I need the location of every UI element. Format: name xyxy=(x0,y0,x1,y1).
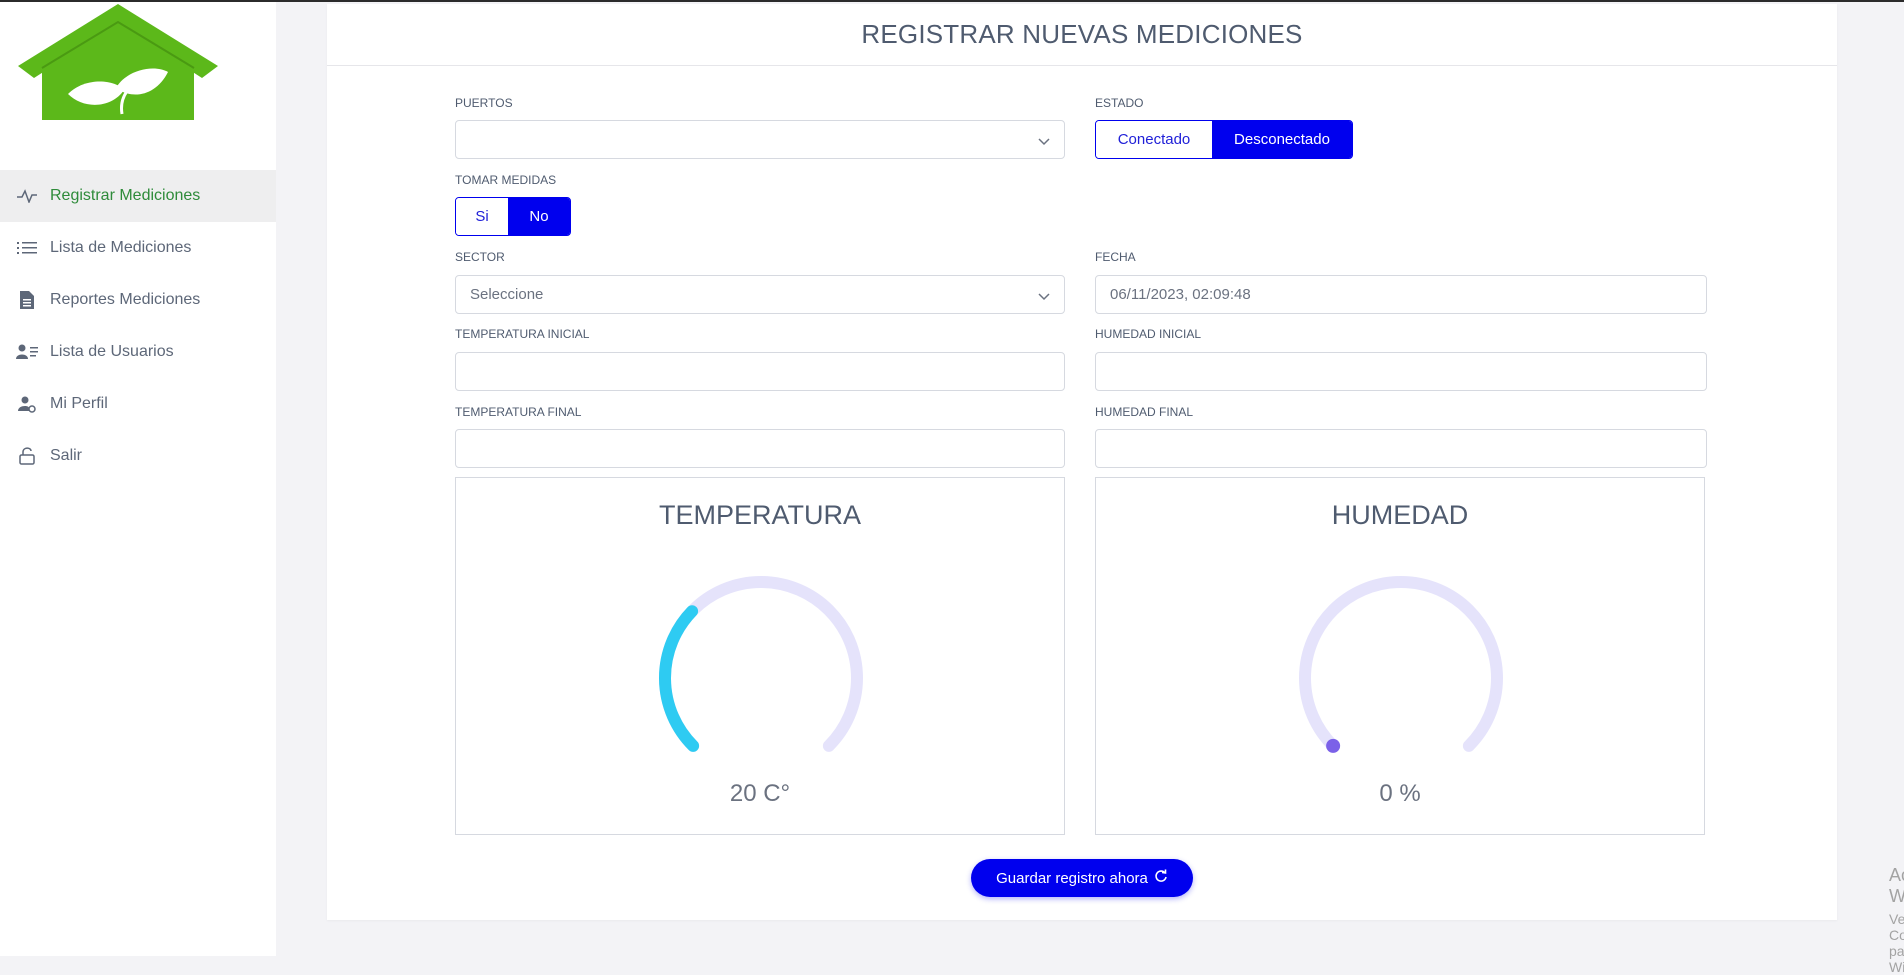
window-top-border xyxy=(0,0,1904,2)
sidebar-item-label: Salir xyxy=(50,447,83,464)
sidebar-item-registrar-mediciones[interactable]: Registrar Mediciones xyxy=(0,170,276,222)
fecha-value: 06/11/2023, 02:09:48 xyxy=(1110,286,1251,303)
save-button[interactable]: Guardar registro ahora xyxy=(971,859,1193,897)
temperatura-gauge-fill xyxy=(659,605,700,752)
page-title: REGISTRAR NUEVAS MEDICIONES xyxy=(327,4,1837,66)
sector-value: Seleccione xyxy=(470,286,544,303)
humedad-final-input[interactable] xyxy=(1095,429,1707,468)
temperatura-final-input[interactable] xyxy=(455,429,1065,468)
estado-toggle: Conectado Desconectado xyxy=(1095,120,1353,159)
humedad-inicial-label: HUMEDAD INICIAL xyxy=(1095,327,1202,341)
temperatura-gauge-value: 20 C° xyxy=(729,780,791,807)
humedad-gauge-card: HUMEDAD 0 % xyxy=(1095,477,1705,835)
sidebar-item-label: Mi Perfil xyxy=(50,395,108,412)
estado-conectado-button[interactable]: Conectado xyxy=(1096,121,1212,158)
sidebar-item-label: Registrar Mediciones xyxy=(50,187,201,204)
tomar-medidas-no-button[interactable]: No xyxy=(508,198,570,235)
sidebar: Registrar Mediciones Lista de Mediciones… xyxy=(0,2,276,956)
temperatura-gauge-title: TEMPERATURA xyxy=(658,500,861,530)
humedad-inicial-input[interactable] xyxy=(1095,352,1707,391)
watermark-line2: Ve a Configuración para activar Windows. xyxy=(1889,911,1904,975)
report-icon xyxy=(16,290,38,310)
greenhouse-logo[interactable] xyxy=(16,4,220,122)
list-icon xyxy=(16,238,38,258)
watermark-line1: Activar Windows xyxy=(1889,865,1904,906)
windows-activation-watermark: Activar Windows Ve a Configuración para … xyxy=(1889,865,1904,975)
temperatura-gauge-card: TEMPERATURA 20 C° xyxy=(455,477,1065,835)
temperatura-inicial-input[interactable] xyxy=(455,352,1065,391)
sidebar-item-salir[interactable]: Salir xyxy=(0,430,276,482)
fecha-label: FECHA xyxy=(1095,250,1136,264)
sidebar-item-lista-de-mediciones[interactable]: Lista de Mediciones xyxy=(0,222,276,274)
users-icon xyxy=(16,342,38,362)
sector-label: SECTOR xyxy=(455,250,505,264)
sidebar-item-mi-perfil[interactable]: Mi Perfil xyxy=(0,378,276,430)
main-card: REGISTRAR NUEVAS MEDICIONES PUERTOS ESTA… xyxy=(327,4,1904,975)
humedad-gauge-title: HUMEDAD xyxy=(1331,500,1469,530)
tomar-medidas-si-button[interactable]: Si xyxy=(456,198,508,235)
estado-desconectado-button[interactable]: Desconectado xyxy=(1212,121,1352,158)
activity-icon xyxy=(16,186,38,206)
estado-label: ESTADO xyxy=(1095,96,1144,110)
sidebar-item-lista-de-usuarios[interactable]: Lista de Usuarios xyxy=(0,326,276,378)
humedad-gauge-indicator xyxy=(1326,738,1341,753)
chevron-down-icon xyxy=(1038,133,1050,150)
fecha-field[interactable]: 06/11/2023, 02:09:48 xyxy=(1095,275,1707,314)
sector-select[interactable]: Seleccione xyxy=(455,275,1065,314)
chevron-down-icon xyxy=(1038,288,1050,305)
humedad-final-label: HUMEDAD FINAL xyxy=(1095,405,1194,419)
sidebar-item-label: Lista de Usuarios xyxy=(50,343,174,360)
humedad-gauge xyxy=(1299,576,1503,753)
user-gear-icon xyxy=(16,394,38,414)
tomar-medidas-label: TOMAR MEDIDAS xyxy=(455,173,557,187)
refresh-icon xyxy=(1154,869,1168,887)
temperatura-final-label: TEMPERATURA FINAL xyxy=(455,405,582,419)
humedad-gauge-value: 0 % xyxy=(1379,780,1421,807)
save-button-label: Guardar registro ahora xyxy=(996,869,1148,887)
lock-icon xyxy=(16,446,38,466)
puertos-label: PUERTOS xyxy=(455,96,513,110)
temperatura-inicial-label: TEMPERATURA INICIAL xyxy=(455,327,590,341)
humedad-gauge-track xyxy=(1299,576,1503,752)
sidebar-nav: Registrar Mediciones Lista de Mediciones… xyxy=(0,170,276,482)
sidebar-item-reportes-mediciones[interactable]: Reportes Mediciones xyxy=(0,274,276,326)
puertos-select[interactable] xyxy=(455,120,1065,159)
temperatura-gauge xyxy=(659,576,863,752)
tomar-medidas-toggle: Si No xyxy=(455,197,571,236)
sidebar-item-label: Reportes Mediciones xyxy=(50,291,201,308)
sidebar-item-label: Lista de Mediciones xyxy=(50,239,192,256)
